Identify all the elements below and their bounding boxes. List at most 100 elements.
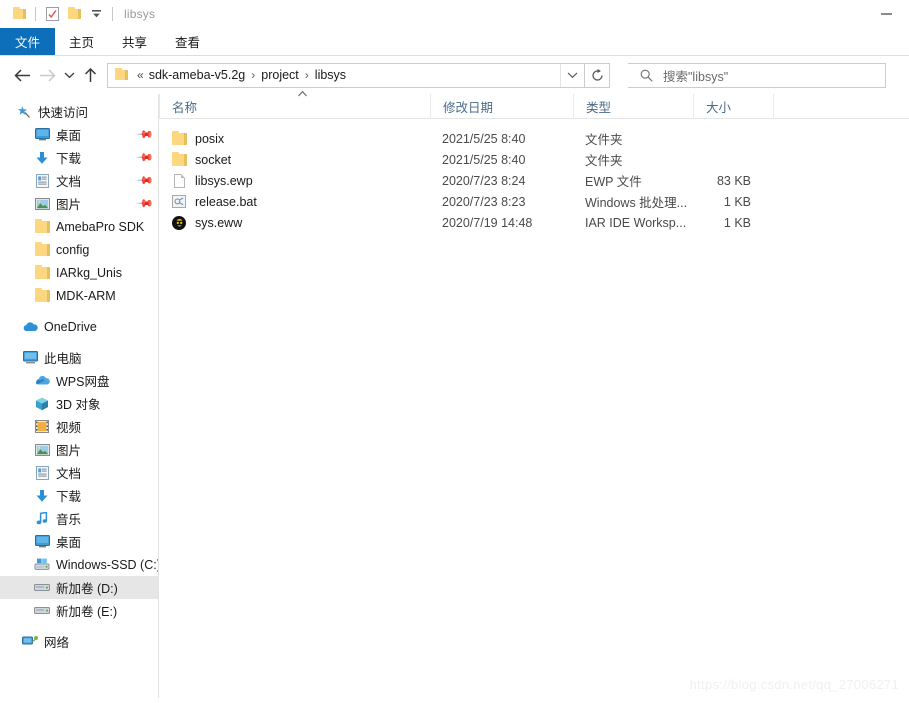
- tab-view[interactable]: 查看: [161, 28, 214, 55]
- sidebar-label: AmebaPro SDK: [56, 219, 145, 234]
- pin-icon[interactable]: 📌: [136, 194, 155, 213]
- file-name: sys.eww: [195, 215, 243, 230]
- sidebar-item-videos[interactable]: 视频: [0, 415, 158, 438]
- file-explorer-window: libsys 文件 主页 共享 查看 « sdk-ameba-v5.2g › p…: [0, 0, 909, 703]
- sidebar-item-new-volume-e[interactable]: 新加卷 (E:): [0, 599, 158, 622]
- sidebar-item-amebapro-sdk[interactable]: AmebaPro SDK: [0, 215, 158, 238]
- breadcrumb-item-sdk[interactable]: sdk-ameba-v5.2g: [147, 68, 248, 82]
- file-type: IAR IDE Worksp...: [585, 215, 687, 230]
- sidebar-label: OneDrive: [44, 319, 97, 334]
- title-bar: libsys: [0, 0, 909, 28]
- file-size: 1 KB: [723, 194, 751, 209]
- sidebar-label: MDK-ARM: [56, 288, 116, 303]
- download-icon: [34, 150, 50, 166]
- sort-ascending-icon: [297, 90, 308, 97]
- file-date: 2021/5/25 8:40: [442, 152, 526, 167]
- sidebar-label: 文档: [56, 467, 82, 481]
- address-bar[interactable]: « sdk-ameba-v5.2g › project › libsys: [107, 62, 585, 88]
- sidebar-item-pictures[interactable]: 图片: [0, 438, 158, 461]
- pin-icon[interactable]: 📌: [136, 171, 155, 190]
- properties-icon[interactable]: [41, 3, 63, 25]
- window-title: libsys: [124, 7, 156, 21]
- sidebar-item-config[interactable]: config: [0, 238, 158, 261]
- pin-icon[interactable]: 📌: [136, 148, 155, 167]
- sidebar-label: 下载: [56, 152, 82, 166]
- drive-icon: [34, 603, 50, 619]
- file-name: libsys.ewp: [195, 173, 253, 188]
- minimize-button[interactable]: [863, 0, 909, 28]
- document-icon: [171, 173, 187, 188]
- 3d-objects-icon: [34, 396, 50, 412]
- file-size: 1 KB: [723, 215, 751, 230]
- recent-locations-button[interactable]: [60, 63, 78, 88]
- onedrive-icon: [22, 319, 38, 335]
- table-row[interactable]: release.bat 2020/7/23 8:23 Windows 批处理..…: [159, 191, 909, 212]
- sidebar-item-desktop-qa[interactable]: 桌面 📌: [0, 123, 158, 146]
- sidebar-item-3d-objects[interactable]: 3D 对象: [0, 392, 158, 415]
- file-name: socket: [195, 152, 232, 167]
- breadcrumb-overflow[interactable]: «: [134, 68, 147, 82]
- table-row[interactable]: sys.eww 2020/7/19 14:48 IAR IDE Worksp..…: [159, 212, 909, 233]
- pictures-icon: [34, 196, 50, 212]
- sidebar-label: 新加卷 (E:): [56, 605, 118, 619]
- network-icon: [22, 634, 38, 650]
- breadcrumb-separator-2[interactable]: ›: [301, 68, 313, 82]
- sidebar-label: 新加卷 (D:): [56, 582, 118, 596]
- table-row[interactable]: posix 2021/5/25 8:40 文件夹: [159, 128, 909, 149]
- column-header-row: 名称 修改日期 类型 大小: [159, 90, 909, 119]
- sidebar-item-wps-cloud[interactable]: WPS网盘: [0, 369, 158, 392]
- address-dropdown-icon[interactable]: [560, 63, 584, 87]
- new-folder-icon[interactable]: [63, 3, 85, 25]
- sidebar-group-quick-access[interactable]: 快速访问: [0, 100, 158, 123]
- file-date: 2020/7/23 8:23: [442, 194, 526, 209]
- sidebar-label: 图片: [56, 444, 82, 458]
- file-name: release.bat: [195, 194, 257, 209]
- table-row[interactable]: socket 2021/5/25 8:40 文件夹: [159, 149, 909, 170]
- folder-icon[interactable]: [8, 3, 30, 25]
- breadcrumb-item-project[interactable]: project: [259, 68, 301, 82]
- address-folder-icon: [115, 68, 128, 80]
- sidebar-item-windows-ssd-c[interactable]: Windows-SSD (C:): [0, 553, 158, 576]
- sidebar-item-documents-qa[interactable]: 文档 📌: [0, 169, 158, 192]
- column-header-name[interactable]: 名称: [159, 93, 430, 119]
- sidebar-label: 桌面: [56, 536, 82, 550]
- sidebar-item-onedrive[interactable]: OneDrive: [0, 315, 158, 338]
- desktop-icon: [34, 534, 50, 550]
- sidebar-item-this-pc[interactable]: 此电脑: [0, 346, 158, 369]
- tab-home[interactable]: 主页: [55, 28, 108, 55]
- pin-icon[interactable]: 📌: [136, 125, 155, 144]
- column-header-type[interactable]: 类型: [573, 93, 693, 119]
- file-size: 83 KB: [716, 173, 751, 188]
- sidebar-item-new-volume-d[interactable]: 新加卷 (D:): [0, 576, 158, 599]
- up-button[interactable]: [78, 63, 103, 88]
- sidebar-label: Windows-SSD (C:): [56, 557, 158, 572]
- sidebar-item-desktop[interactable]: 桌面: [0, 530, 158, 553]
- forward-button[interactable]: [35, 63, 60, 88]
- sidebar-label: 网络: [44, 636, 70, 650]
- sidebar-item-mdk-arm[interactable]: MDK-ARM: [0, 284, 158, 307]
- sidebar-item-music[interactable]: 音乐: [0, 507, 158, 530]
- sidebar-item-documents[interactable]: 文档: [0, 461, 158, 484]
- videos-icon: [34, 419, 50, 435]
- sidebar-item-iarkg-unis[interactable]: IARkg_Unis: [0, 261, 158, 284]
- star-pin-icon: [16, 104, 32, 120]
- breadcrumb-item-libsys[interactable]: libsys: [313, 68, 348, 82]
- refresh-button[interactable]: [585, 62, 610, 88]
- chevron-down-icon[interactable]: [85, 3, 107, 25]
- table-row[interactable]: libsys.ewp 2020/7/23 8:24 EWP 文件 83 KB: [159, 170, 909, 191]
- sidebar-item-downloads[interactable]: 下载: [0, 484, 158, 507]
- navigation-pane: 快速访问 桌面 📌 下载 📌 文档 📌 图片 📌 AmebaPro SDK co…: [0, 94, 158, 698]
- tab-share[interactable]: 共享: [108, 28, 161, 55]
- tab-file[interactable]: 文件: [0, 28, 55, 55]
- sidebar-item-pictures-qa[interactable]: 图片 📌: [0, 192, 158, 215]
- sidebar-label: 文档: [56, 175, 82, 189]
- sidebar-item-downloads-qa[interactable]: 下载 📌: [0, 146, 158, 169]
- column-header-size[interactable]: 大小: [693, 93, 773, 119]
- back-button[interactable]: [10, 63, 35, 88]
- column-header-date[interactable]: 修改日期: [430, 93, 573, 119]
- search-box[interactable]: 搜索"libsys": [628, 62, 886, 88]
- window-controls: [863, 0, 909, 28]
- breadcrumb-separator-1[interactable]: ›: [247, 68, 259, 82]
- sidebar-label: IARkg_Unis: [56, 265, 122, 280]
- sidebar-item-network[interactable]: 网络: [0, 630, 158, 653]
